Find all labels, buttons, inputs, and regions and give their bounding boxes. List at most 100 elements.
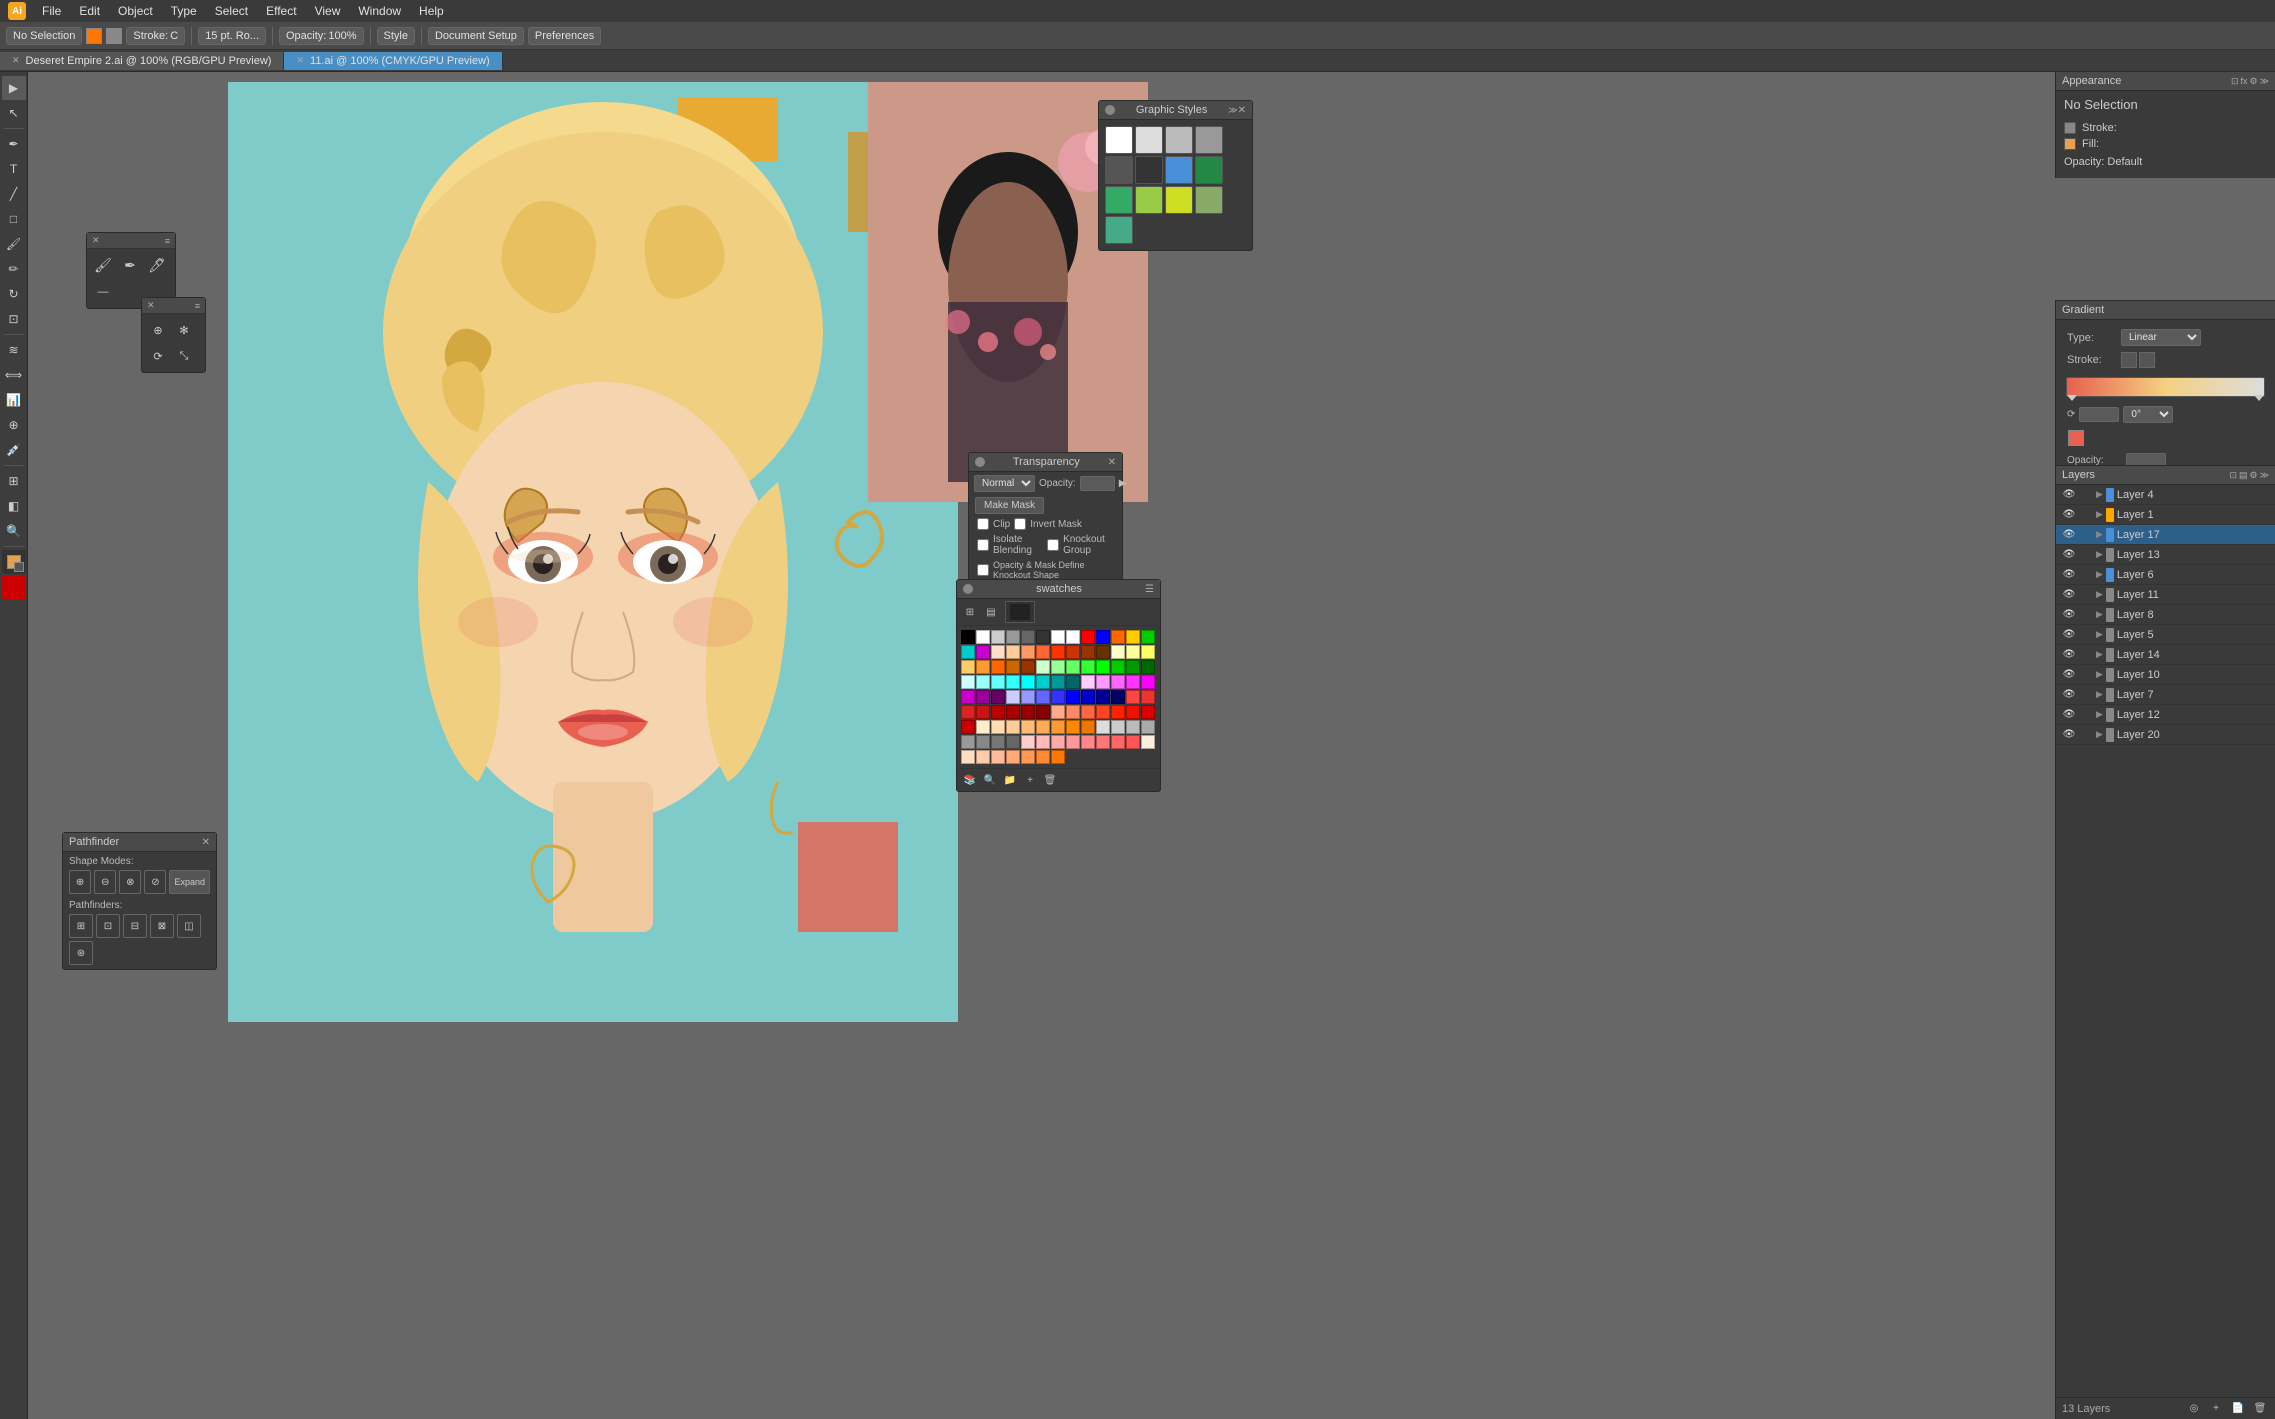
swatch-cell-108[interactable] (1021, 750, 1035, 764)
layer-expand-3[interactable]: ▶ (2096, 549, 2103, 560)
swatch-cell-4[interactable] (1021, 630, 1035, 644)
layer-lock-6[interactable] (2079, 608, 2093, 622)
gradient-stop-left[interactable] (2067, 395, 2077, 401)
gradient-tool[interactable]: ◧ (2, 494, 26, 518)
layer-expand-7[interactable]: ▶ (2096, 629, 2103, 640)
layer-expand-11[interactable]: ▶ (2096, 709, 2103, 720)
layer-expand-1[interactable]: ▶ (2096, 509, 2103, 520)
swatch-cell-101[interactable] (1111, 735, 1125, 749)
swatch-cell-75[interactable] (1111, 705, 1125, 719)
layers-icon-3[interactable]: ⚙ (2250, 470, 2258, 481)
layer-expand-9[interactable]: ▶ (2096, 669, 2103, 680)
swatch-cell-54[interactable] (991, 690, 1005, 704)
swatch-cell-83[interactable] (1036, 720, 1050, 734)
swatch-cell-7[interactable] (1066, 630, 1080, 644)
swatch-cell-41[interactable] (991, 675, 1005, 689)
graphic-style-swatch-10[interactable] (1165, 186, 1193, 214)
swatch-cell-97[interactable] (1051, 735, 1065, 749)
layer-lock-11[interactable] (2079, 708, 2093, 722)
layer-eye-6[interactable]: 👁 (2062, 608, 2076, 622)
divide-btn[interactable]: ⊞ (69, 914, 93, 938)
swatch-cell-58[interactable] (1051, 690, 1065, 704)
layer-item-6[interactable]: 👁▶Layer 8 (2056, 605, 2275, 625)
gradient-angle-input[interactable]: 0° (2079, 407, 2119, 422)
locate-object-btn[interactable]: ◎ (2185, 1400, 2203, 1418)
swatch-cell-56[interactable] (1021, 690, 1035, 704)
layers-icon-2[interactable]: ▤ (2239, 470, 2248, 481)
swatch-cell-13[interactable] (961, 645, 975, 659)
layer-item-3[interactable]: 👁▶Layer 13 (2056, 545, 2275, 565)
swatch-cell-42[interactable] (1006, 675, 1020, 689)
brush-panel-menu[interactable]: ≡ (165, 236, 170, 246)
swatch-cell-61[interactable] (1096, 690, 1110, 704)
graphic-style-swatch-4[interactable] (1105, 156, 1133, 184)
swatch-cell-51[interactable] (1141, 675, 1155, 689)
appearance-icon-1[interactable]: ⊡ (2231, 76, 2239, 87)
swatch-cell-47[interactable] (1081, 675, 1095, 689)
swatch-cell-36[interactable] (1111, 660, 1125, 674)
brush-btn-1[interactable]: 🖌 (91, 253, 115, 277)
layer-lock-10[interactable] (2079, 688, 2093, 702)
swatch-cell-106[interactable] (991, 750, 1005, 764)
swatch-cell-98[interactable] (1066, 735, 1080, 749)
layer-lock-2[interactable] (2079, 528, 2093, 542)
swatch-cell-22[interactable] (1096, 645, 1110, 659)
swatch-cell-100[interactable] (1096, 735, 1110, 749)
menu-edit[interactable]: Edit (71, 2, 108, 20)
layer-eye-5[interactable]: 👁 (2062, 588, 2076, 602)
brush-btn-3[interactable]: 🖊 (145, 253, 169, 277)
swatch-cell-32[interactable] (1051, 660, 1065, 674)
layer-lock-3[interactable] (2079, 548, 2093, 562)
trim-btn[interactable]: ⊡ (96, 914, 120, 938)
swatch-cell-27[interactable] (976, 660, 990, 674)
swatch-cell-77[interactable] (1141, 705, 1155, 719)
layer-eye-7[interactable]: 👁 (2062, 628, 2076, 642)
layer-lock-0[interactable] (2079, 488, 2093, 502)
swatch-cell-95[interactable] (1021, 735, 1035, 749)
fill-color-box[interactable] (86, 28, 102, 44)
layer-item-10[interactable]: 👁▶Layer 7 (2056, 685, 2275, 705)
new-swatch-btn[interactable]: + (1021, 771, 1039, 789)
menu-help[interactable]: Help (411, 2, 452, 20)
swatch-cell-16[interactable] (1006, 645, 1020, 659)
stroke-color-box[interactable] (106, 28, 122, 44)
layer-eye-0[interactable]: 👁 (2062, 488, 2076, 502)
pencil-tool[interactable]: ✏ (2, 257, 26, 281)
graphic-style-swatch-7[interactable] (1195, 156, 1223, 184)
graphic-styles-expand-btn[interactable]: ≫ (1228, 105, 1237, 116)
stroke-tool-2[interactable]: ✻ (172, 318, 196, 342)
color-mode-icon[interactable] (2, 575, 26, 599)
swatch-cell-60[interactable] (1081, 690, 1095, 704)
swatch-cell-21[interactable] (1081, 645, 1095, 659)
layer-eye-1[interactable]: 👁 (2062, 508, 2076, 522)
crop-btn[interactable]: ⊠ (150, 914, 174, 938)
swatch-cell-15[interactable] (991, 645, 1005, 659)
rotate-tool[interactable]: ↻ (2, 282, 26, 306)
swatches-close-btn[interactable] (963, 584, 973, 594)
layer-eye-10[interactable]: 👁 (2062, 688, 2076, 702)
swatch-cell-82[interactable] (1021, 720, 1035, 734)
gradient-stroke-icon-2[interactable] (2139, 352, 2155, 368)
graphic-styles-menu-btn[interactable]: ✕ (1238, 105, 1246, 116)
transparency-close-btn[interactable] (975, 457, 985, 467)
layers-icon-1[interactable]: ⊡ (2229, 470, 2237, 481)
swatch-cell-17[interactable] (1021, 645, 1035, 659)
minus-front-btn[interactable]: ⊖ (94, 870, 116, 894)
menu-file[interactable]: File (34, 2, 69, 20)
swatch-cell-91[interactable] (961, 735, 975, 749)
swatch-cell-43[interactable] (1021, 675, 1035, 689)
type-tool[interactable]: T (2, 157, 26, 181)
swatch-cell-67[interactable] (991, 705, 1005, 719)
eyedropper-tool[interactable]: 💉 (2, 438, 26, 462)
swatch-cell-94[interactable] (1006, 735, 1020, 749)
swatch-cell-96[interactable] (1036, 735, 1050, 749)
gradient-angle-select[interactable]: 0° (2123, 406, 2173, 423)
new-layer-btn[interactable]: 📄 (2229, 1400, 2247, 1418)
layer-expand-5[interactable]: ▶ (2096, 589, 2103, 600)
swatch-cell-34[interactable] (1081, 660, 1095, 674)
swatch-cell-105[interactable] (976, 750, 990, 764)
swatch-cell-81[interactable] (1006, 720, 1020, 734)
swatch-cell-3[interactable] (1006, 630, 1020, 644)
layer-item-4[interactable]: 👁▶Layer 6 (2056, 565, 2275, 585)
transparency-arrow[interactable]: ▶ (1119, 478, 1127, 489)
